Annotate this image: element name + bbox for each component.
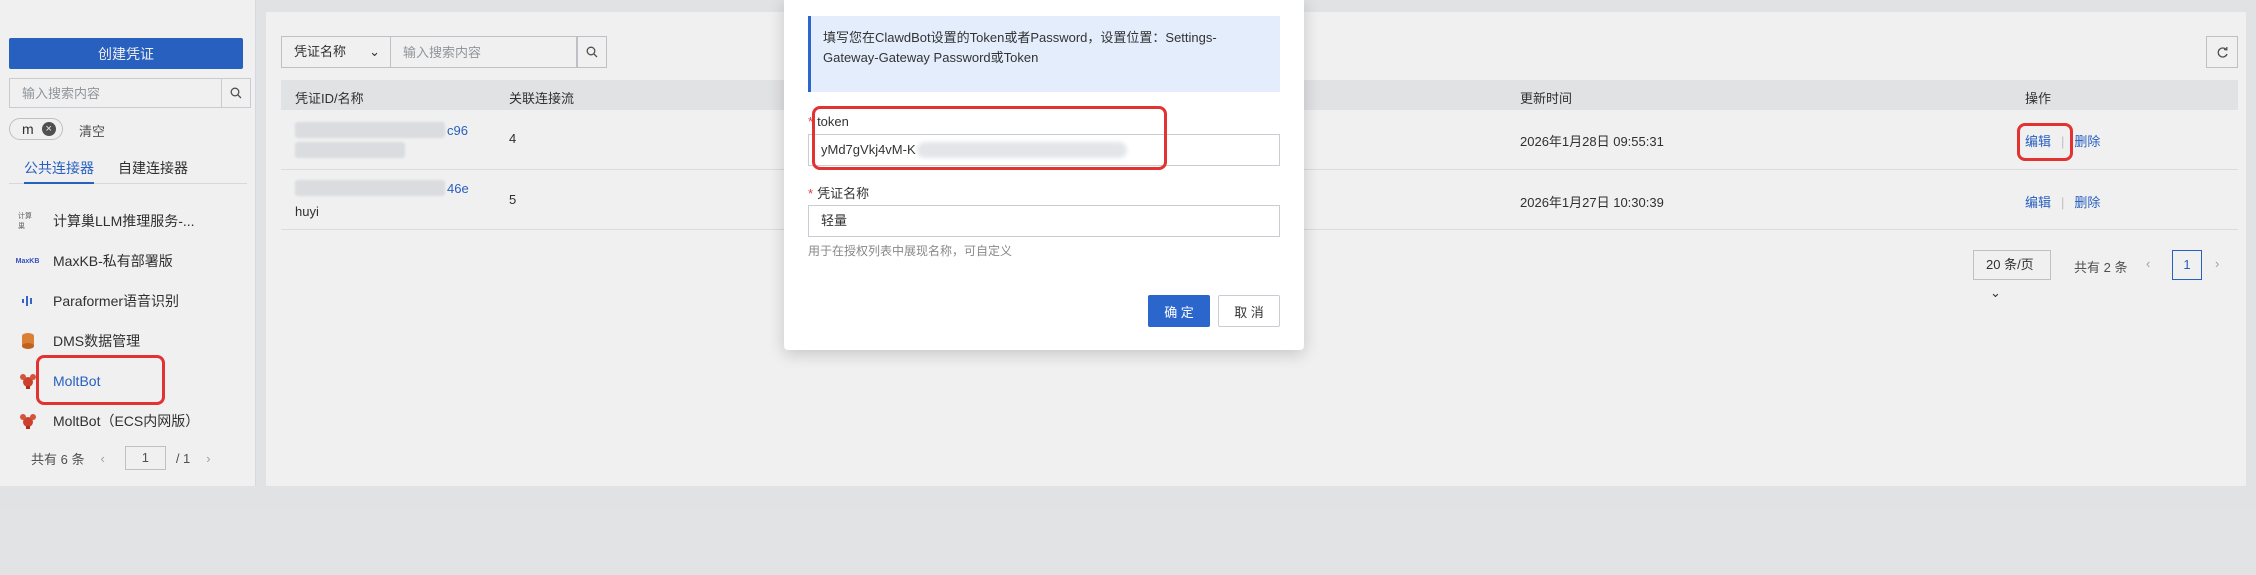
- token-value: yMd7gVkj4vM-K: [821, 142, 916, 157]
- required-marker: *: [808, 114, 814, 129]
- confirm-button[interactable]: 确 定: [1148, 295, 1210, 327]
- credential-name-input[interactable]: 轻量: [808, 205, 1280, 237]
- token-input[interactable]: yMd7gVkj4vM-K: [808, 134, 1280, 166]
- token-label: * token: [808, 114, 849, 129]
- edit-credential-dialog: 填写您在ClawdBot设置的Token或者Password，设置位置：Sett…: [784, 0, 1304, 350]
- redacted-token: [917, 142, 1127, 158]
- credential-name-value: 轻量: [821, 213, 848, 228]
- token-label-text: token: [817, 114, 849, 129]
- cancel-button[interactable]: 取 消: [1218, 295, 1280, 327]
- required-marker: *: [808, 186, 814, 201]
- info-notice: 填写您在ClawdBot设置的Token或者Password，设置位置：Sett…: [808, 16, 1280, 92]
- credential-name-hint: 用于在授权列表中展现名称，可自定义: [808, 244, 1013, 258]
- credential-name-label-text: 凭证名称: [817, 186, 870, 201]
- credential-name-label: * 凭证名称: [808, 183, 869, 202]
